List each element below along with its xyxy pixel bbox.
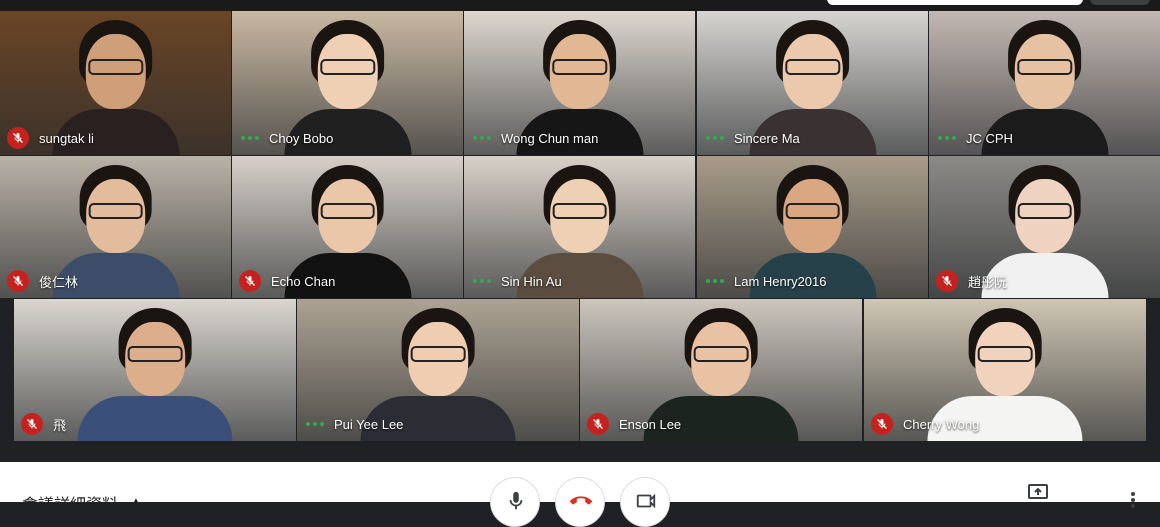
- mic-icon: [509, 491, 523, 510]
- participant-name: JC CPH: [966, 130, 1013, 146]
- camera-icon: [636, 493, 656, 509]
- audio-indicator-icon: [473, 136, 491, 140]
- more-vert-icon: [1131, 492, 1135, 508]
- participant-tile[interactable]: Wong Chun man: [464, 11, 695, 155]
- participant-tile[interactable]: 趙彤阮: [929, 156, 1160, 298]
- mic-off-icon: [936, 270, 958, 292]
- glasses-shape: [319, 58, 376, 75]
- glasses-shape: [87, 58, 144, 75]
- participant-tile[interactable]: sungtak li: [0, 11, 231, 155]
- participant-name: Wong Chun man: [501, 130, 599, 146]
- participant-tile[interactable]: Lam Henry2016: [697, 156, 928, 298]
- audio-indicator-icon: [473, 279, 491, 283]
- camera-button[interactable]: [620, 477, 670, 527]
- glasses-shape: [127, 345, 183, 362]
- top-overlay-bar: [827, 0, 1083, 5]
- glasses-shape: [785, 202, 840, 219]
- participant-name: Choy Bobo: [269, 130, 334, 146]
- participant-name-label: 俊仁林: [0, 264, 78, 298]
- participant-tile[interactable]: 俊仁林: [0, 156, 231, 298]
- participant-tile[interactable]: Enson Lee: [580, 299, 862, 441]
- more-options-button[interactable]: [1131, 492, 1135, 513]
- participant-name-label: sungtak li: [0, 121, 94, 155]
- participant-tile[interactable]: Cherry Wong: [864, 299, 1146, 441]
- participant-name: Sincere Ma: [734, 130, 800, 146]
- participant-tile[interactable]: Choy Bobo: [232, 11, 463, 155]
- present-screen-button[interactable]: [1028, 484, 1048, 507]
- phone-hangup-icon: [570, 496, 592, 505]
- glasses-shape: [410, 345, 466, 362]
- glasses-shape: [1017, 202, 1072, 219]
- bottom-toolbar: 會議詳細資料 ▲: [0, 462, 1160, 527]
- glasses-shape: [320, 202, 375, 219]
- glasses-shape: [1016, 58, 1073, 75]
- participant-tile[interactable]: Pui Yee Lee: [297, 299, 579, 441]
- participant-name: Pui Yee Lee: [334, 416, 404, 432]
- participant-name: Enson Lee: [619, 416, 682, 432]
- participant-name: Sin Hin Au: [501, 273, 562, 289]
- glasses-shape: [88, 202, 143, 219]
- mic-off-icon: [7, 127, 29, 149]
- participant-tile[interactable]: 飛: [14, 299, 296, 441]
- participant-name-label: Enson Lee: [580, 407, 681, 441]
- participant-body: [77, 395, 233, 441]
- participant-tile[interactable]: Sincere Ma: [697, 11, 928, 155]
- glasses-shape: [977, 345, 1033, 362]
- participant-name: 俊仁林: [39, 274, 79, 290]
- participant-name-label: Sin Hin Au: [464, 264, 562, 298]
- glasses-shape: [693, 345, 749, 362]
- participant-name-label: Echo Chan: [232, 264, 335, 298]
- mic-off-icon: [587, 413, 609, 435]
- leave-call-button[interactable]: [555, 477, 605, 527]
- participant-tile[interactable]: Sin Hin Au: [464, 156, 695, 298]
- participant-name-label: JC CPH: [929, 121, 1013, 155]
- participant-name: sungtak li: [39, 130, 94, 146]
- mic-off-icon: [7, 270, 29, 292]
- top-overlay-bar-secondary: [1090, 0, 1150, 5]
- mic-button[interactable]: [490, 477, 540, 527]
- audio-indicator-icon: [241, 136, 259, 140]
- participant-name-label: Sincere Ma: [697, 121, 800, 155]
- participant-name-label: Cherry Wong: [864, 407, 979, 441]
- present-screen-icon: [1028, 484, 1048, 499]
- participant-name-label: 趙彤阮: [929, 264, 1007, 298]
- mic-off-icon: [21, 413, 43, 435]
- participant-name-label: 飛: [14, 407, 66, 441]
- top-bar: [0, 0, 1160, 11]
- glasses-shape: [552, 202, 607, 219]
- participant-name-label: Lam Henry2016: [697, 264, 827, 298]
- participant-name-label: Wong Chun man: [464, 121, 598, 155]
- participant-name: 飛: [53, 417, 67, 433]
- participant-name: Lam Henry2016: [734, 273, 827, 289]
- mic-off-icon: [239, 270, 261, 292]
- audio-indicator-icon: [306, 422, 324, 426]
- participant-name: 趙彤阮: [968, 274, 1008, 290]
- meeting-details-label[interactable]: 會議詳細資料: [22, 491, 118, 515]
- participant-name-label: Choy Bobo: [232, 121, 333, 155]
- glasses-shape: [784, 58, 841, 75]
- audio-indicator-icon: [706, 279, 724, 283]
- participant-name: Echo Chan: [271, 273, 336, 289]
- audio-indicator-icon: [938, 136, 956, 140]
- mic-off-icon: [871, 413, 893, 435]
- participant-tile[interactable]: Echo Chan: [232, 156, 463, 298]
- participant-tile[interactable]: JC CPH: [929, 11, 1160, 155]
- audio-indicator-icon: [706, 136, 724, 140]
- glasses-shape: [551, 58, 608, 75]
- participant-name-label: Pui Yee Lee: [297, 407, 403, 441]
- participant-name: Cherry Wong: [903, 416, 980, 432]
